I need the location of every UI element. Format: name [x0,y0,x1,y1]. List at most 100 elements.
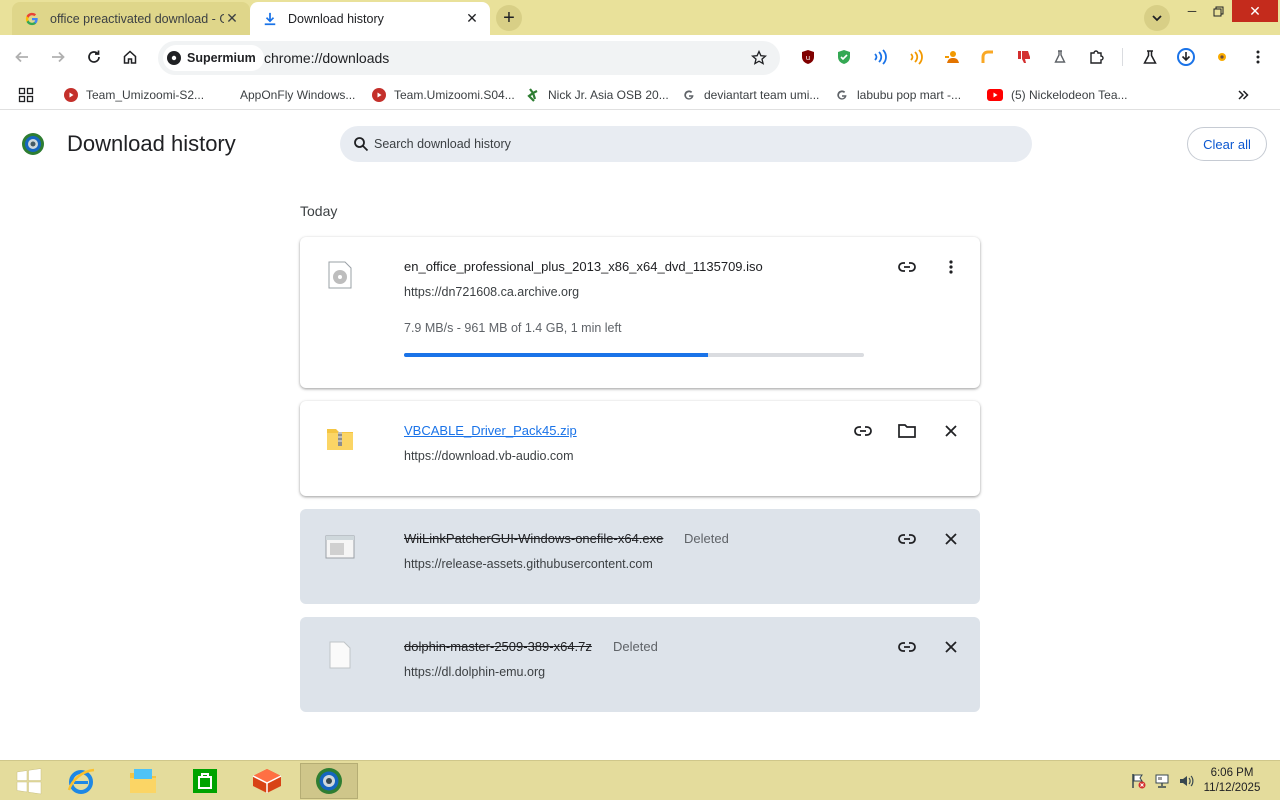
more-bookmarks-button[interactable] [1236,86,1250,104]
tab-download-history[interactable]: Download history ✕ [250,2,490,35]
profile-chip-label: Supermium [187,51,256,65]
search-input[interactable] [374,137,974,151]
new-tab-button[interactable]: + [496,5,522,31]
supermium-taskbar-button[interactable] [300,763,358,799]
system-clock[interactable]: 6:06 PM 11/12/2025 [1200,766,1264,796]
home-button[interactable] [117,44,143,70]
close-window-button[interactable]: ✕ [1232,0,1278,22]
reload-button[interactable] [81,44,107,70]
bookmark-item[interactable]: labubu pop mart -... [835,86,961,104]
menu-kebab-icon[interactable] [1248,47,1268,67]
tab-search-button[interactable] [1144,5,1170,31]
file-explorer-taskbar-button[interactable] [114,763,172,799]
section-heading-today: Today [300,203,338,219]
network-icon[interactable] [1154,773,1170,789]
bookmark-item[interactable]: Team.Umizoomi.S04... [372,86,515,104]
show-in-folder-button[interactable] [893,417,921,445]
sparkle-icon[interactable] [1212,47,1232,67]
deleted-badge: Deleted [684,531,729,546]
close-tab-icon[interactable]: ✕ [224,10,240,27]
bookmark-label: deviantart team umi... [704,88,820,102]
bookmark-item[interactable]: AppOnFly Windows... [218,86,355,104]
bookmark-label: Team.Umizoomi.S04... [394,88,515,102]
supermium-icon [316,768,342,794]
forward-button[interactable] [45,44,71,70]
orange-hook-icon[interactable] [978,47,998,67]
copy-link-button[interactable] [893,525,921,553]
google-g-icon [835,88,849,102]
file-source-url[interactable]: https://release-assets.githubusercontent… [404,557,653,571]
ublock-origin-icon[interactable]: u [798,47,818,67]
tab-google-search[interactable]: office preactivated download - Goo ✕ [12,2,250,35]
bookmark-item[interactable]: deviantart team umi... [682,86,819,104]
clock-time: 6:06 PM [1210,767,1254,779]
zip-folder-icon [324,423,356,455]
link-icon [854,426,872,436]
url-text[interactable]: chrome://downloads [264,50,389,66]
puzzle-icon[interactable] [1086,47,1106,67]
copy-link-button[interactable] [893,253,921,281]
start-button[interactable] [0,763,58,799]
file-source-url[interactable]: https://download.vb-audio.com [404,449,574,463]
file-name: WiiLinkPatcherGUI-Windows-onefile-x64.ex… [404,531,664,546]
tab-strip: office preactivated download - Goo ✕ Dow… [0,0,1280,35]
remove-from-list-button[interactable] [937,525,965,553]
more-actions-button[interactable] [937,253,965,281]
download-icon [262,11,278,27]
internet-explorer-taskbar-button[interactable] [52,763,110,799]
bookmark-item[interactable]: Nick Jr. Asia OSB 20... [526,86,669,104]
copy-link-button[interactable] [893,633,921,661]
folder-icon [898,424,916,438]
thumbs-down-icon[interactable] [1014,47,1034,67]
file-name: dolphin-master-2509-389-x64.7z [404,639,592,654]
forward-arrow-icon [52,51,65,63]
action-center-flag-icon[interactable] [1130,773,1146,789]
google-g-icon [24,11,40,27]
flask-chess-icon[interactable] [1050,47,1070,67]
file-source-url[interactable]: https://dn721608.ca.archive.org [404,285,579,299]
bookmark-item[interactable]: (5) Nickelodeon Tea... [987,86,1128,104]
bookmark-label: Team_Umizoomi-S2... [86,88,205,102]
store-taskbar-button[interactable] [176,763,234,799]
browser-toolbar: Supermium chrome://downloads u [0,35,1280,80]
close-tab-icon[interactable]: ✕ [464,10,480,27]
restore-button[interactable] [1203,0,1233,22]
disc-image-file-icon [324,259,356,291]
clear-all-button[interactable]: Clear all [1187,127,1267,161]
remove-from-list-button[interactable] [937,417,965,445]
download-item-deleted: dolphin-master-2509-389-x64.7z Deleted h… [300,617,980,712]
volume-icon[interactable] [1178,773,1194,789]
bookmark-star-button[interactable] [748,47,770,69]
supermium-logo-icon [167,51,181,65]
tab-title: office preactivated download - Goo [50,11,224,26]
sound-waves-icon[interactable] [870,47,890,67]
site-info-chip[interactable]: Supermium [163,45,264,71]
apps-grid-icon[interactable] [18,86,34,104]
generic-file-icon [324,639,356,671]
chevron-down-icon [1152,15,1162,22]
cube-app-taskbar-button[interactable] [238,763,296,799]
bookmark-label: (5) Nickelodeon Tea... [1011,88,1128,102]
lab-flask-icon[interactable] [1140,47,1160,67]
back-button[interactable] [9,44,35,70]
download-item: VBCABLE_Driver_Pack45.zip https://downlo… [300,401,980,496]
shield-check-icon[interactable] [834,47,854,67]
youtube-icon [987,88,1003,102]
remove-from-list-button[interactable] [937,633,965,661]
link-icon [898,642,916,652]
search-box[interactable] [340,126,1032,162]
kebab-menu-icon [949,260,953,274]
copy-link-button[interactable] [849,417,877,445]
star-icon [751,50,767,65]
orange-waves-icon[interactable] [906,47,926,67]
file-source-url[interactable]: https://dl.dolphin-emu.org [404,665,545,679]
file-name[interactable]: en_office_professional_plus_2013_x86_x64… [404,259,763,274]
download-circle-icon[interactable] [1176,47,1196,67]
address-bar[interactable]: Supermium chrome://downloads [158,41,780,75]
file-name-link[interactable]: VBCABLE_Driver_Pack45.zip [404,423,577,438]
executable-file-icon [324,531,356,563]
bookmark-item[interactable]: Team_Umizoomi-S2... [64,86,204,104]
store-icon [193,769,217,793]
person-arrow-icon[interactable] [942,47,962,67]
toolbar-divider [1122,48,1123,66]
